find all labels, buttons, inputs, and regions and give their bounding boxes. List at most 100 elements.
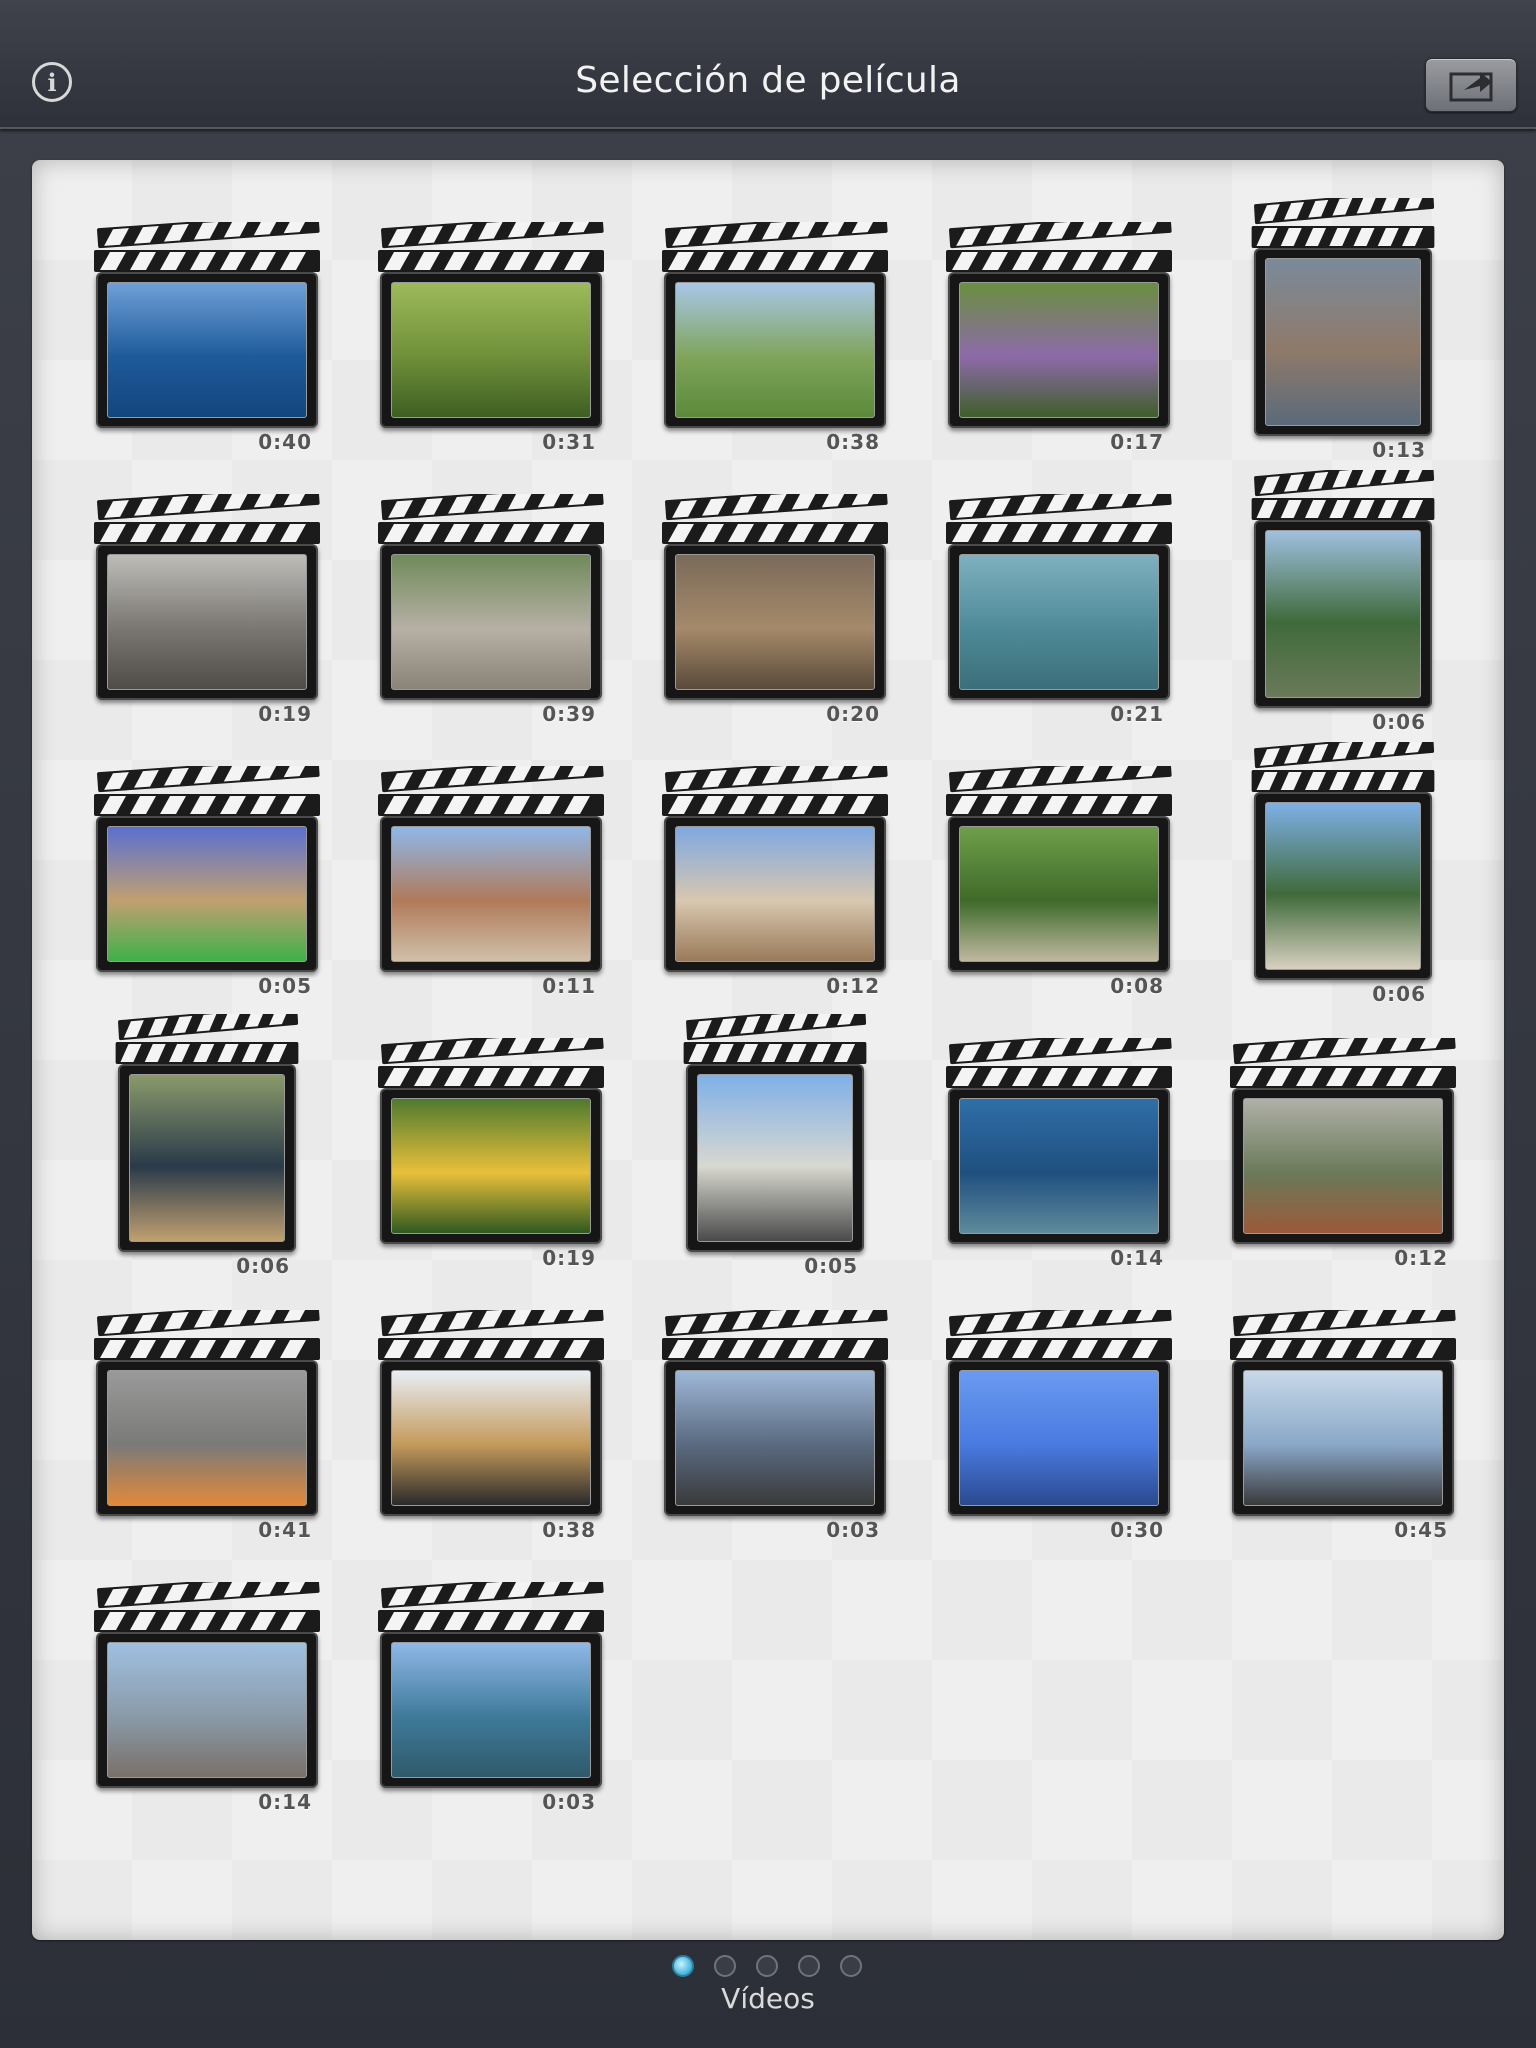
clip-frame — [664, 272, 886, 428]
clapperboard-icon — [376, 494, 606, 546]
clip-frame — [948, 1360, 1170, 1516]
clip-frame — [380, 1632, 602, 1788]
video-thumbnail — [675, 282, 875, 418]
clapperboard-icon — [944, 1038, 1174, 1090]
movie-clip[interactable]: 0:14 — [944, 1038, 1174, 1270]
clip-duration: 0:30 — [1110, 1518, 1164, 1542]
movie-clip[interactable]: 0:06 — [1250, 742, 1436, 1006]
clip-frame — [948, 272, 1170, 428]
video-thumbnail — [697, 1074, 853, 1242]
clip-frame — [96, 272, 318, 428]
movie-clip[interactable]: 0:30 — [944, 1310, 1174, 1542]
video-thumbnail — [391, 826, 591, 962]
movie-clip[interactable]: 0:31 — [376, 222, 606, 454]
clapperboard-icon — [944, 222, 1174, 274]
movie-clip[interactable]: 0:12 — [660, 766, 890, 998]
page-dot[interactable] — [672, 1955, 694, 1977]
video-thumbnail — [107, 554, 307, 690]
clip-duration: 0:06 — [1372, 710, 1426, 734]
clapperboard-icon — [1228, 1038, 1458, 1090]
movie-clip[interactable]: 0:08 — [944, 766, 1174, 998]
clip-frame — [948, 1088, 1170, 1244]
video-thumbnail — [959, 554, 1159, 690]
clip-duration: 0:19 — [258, 702, 312, 726]
movie-clip[interactable]: 0:13 — [1250, 198, 1436, 462]
clip-duration: 0:13 — [1372, 438, 1426, 462]
video-thumbnail — [107, 1642, 307, 1778]
movie-clip[interactable]: 0:11 — [376, 766, 606, 998]
clapperboard-icon — [376, 1582, 606, 1634]
clip-duration: 0:20 — [826, 702, 880, 726]
clip-duration: 0:11 — [542, 974, 596, 998]
clip-duration: 0:31 — [542, 430, 596, 454]
movie-clip[interactable]: 0:03 — [660, 1310, 890, 1542]
export-button[interactable] — [1425, 58, 1517, 112]
page-dot[interactable] — [756, 1955, 778, 1977]
movie-clip[interactable]: 0:21 — [944, 494, 1174, 726]
video-thumbnail — [391, 282, 591, 418]
video-thumbnail — [675, 554, 875, 690]
movie-clip[interactable]: 0:45 — [1228, 1310, 1458, 1542]
clapperboard-icon — [660, 1310, 890, 1362]
clip-frame — [96, 1632, 318, 1788]
movie-clip[interactable]: 0:20 — [660, 494, 890, 726]
video-thumbnail — [675, 826, 875, 962]
clip-duration: 0:38 — [826, 430, 880, 454]
clapperboard-icon — [944, 494, 1174, 546]
clapperboard-icon — [1250, 198, 1436, 250]
clip-duration: 0:06 — [1372, 982, 1426, 1006]
movie-clip[interactable]: 0:12 — [1228, 1038, 1458, 1270]
movie-clip[interactable]: 0:05 — [92, 766, 322, 998]
clip-frame — [380, 1360, 602, 1516]
clapperboard-icon — [376, 1310, 606, 1362]
movie-clip[interactable]: 0:06 — [1250, 470, 1436, 734]
clip-duration: 0:08 — [1110, 974, 1164, 998]
movie-clip[interactable]: 0:41 — [92, 1310, 322, 1542]
clip-frame — [1254, 520, 1432, 708]
clapperboard-icon — [92, 766, 322, 818]
movie-clip[interactable]: 0:19 — [92, 494, 322, 726]
movie-clip[interactable]: 0:06 — [114, 1014, 300, 1278]
movie-clip[interactable]: 0:19 — [376, 1038, 606, 1270]
navigation-bar: i Selección de película — [0, 0, 1536, 129]
page-title: Selección de película — [575, 60, 961, 101]
clip-frame — [380, 544, 602, 700]
clapperboard-icon — [92, 222, 322, 274]
clip-frame — [380, 816, 602, 972]
video-thumbnail — [959, 282, 1159, 418]
page-dot[interactable] — [840, 1955, 862, 1977]
movie-clip[interactable]: 0:38 — [376, 1310, 606, 1542]
clip-frame — [664, 1360, 886, 1516]
clip-frame — [1254, 792, 1432, 980]
clip-duration: 0:41 — [258, 1518, 312, 1542]
clip-frame — [664, 544, 886, 700]
export-icon — [1449, 72, 1493, 102]
video-thumbnail — [107, 826, 307, 962]
movie-clip[interactable]: 0:03 — [376, 1582, 606, 1814]
clip-duration: 0:12 — [1394, 1246, 1448, 1270]
video-thumbnail — [391, 1642, 591, 1778]
page-dot[interactable] — [798, 1955, 820, 1977]
movie-clip[interactable]: 0:05 — [682, 1014, 868, 1278]
video-thumbnail — [959, 1098, 1159, 1234]
movie-clip[interactable]: 0:14 — [92, 1582, 322, 1814]
movie-clip[interactable]: 0:40 — [92, 222, 322, 454]
clapperboard-icon — [92, 1582, 322, 1634]
page-indicator[interactable] — [672, 1955, 864, 1979]
page-dot[interactable] — [714, 1955, 736, 1977]
movie-clip[interactable]: 0:39 — [376, 494, 606, 726]
clip-duration: 0:03 — [542, 1790, 596, 1814]
clip-duration: 0:05 — [258, 974, 312, 998]
movie-clip[interactable]: 0:38 — [660, 222, 890, 454]
video-thumbnail — [1243, 1098, 1443, 1234]
movie-clip[interactable]: 0:17 — [944, 222, 1174, 454]
clapperboard-icon — [376, 766, 606, 818]
clip-duration: 0:45 — [1394, 1518, 1448, 1542]
clip-frame — [96, 544, 318, 700]
clip-duration: 0:38 — [542, 1518, 596, 1542]
clip-duration: 0:14 — [1110, 1246, 1164, 1270]
video-thumbnail — [107, 282, 307, 418]
clip-frame — [96, 1360, 318, 1516]
clapperboard-icon — [1250, 742, 1436, 794]
clip-duration: 0:14 — [258, 1790, 312, 1814]
